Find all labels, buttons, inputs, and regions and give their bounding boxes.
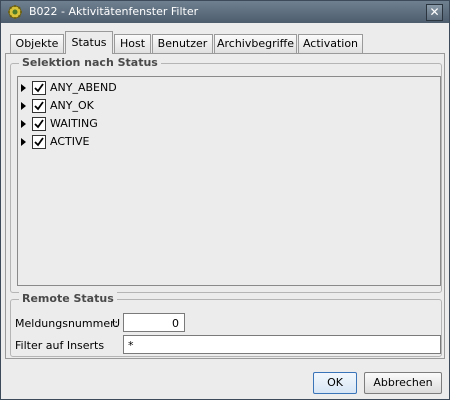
status-checkbox[interactable] [32,99,46,113]
expand-arrow-icon[interactable] [21,120,26,128]
close-icon: ✕ [429,5,440,19]
tree-row[interactable]: ANY_OK [18,98,438,114]
tab-objekte[interactable]: Objekte [10,34,64,53]
tab-panel-status: Selektion nach Status ANY_ABEND ANY_OK W… [5,53,445,359]
tab-host[interactable]: Host [114,34,151,53]
tab-label: Activation [302,37,359,50]
tab-label: Host [119,37,146,50]
app-gear-icon [8,5,22,19]
tab-activation[interactable]: Activation [298,34,363,53]
status-label: ANY_OK [50,99,94,112]
title-bar[interactable]: B022 - Aktivitätenfenster Filter ✕ [1,1,449,23]
checkmark-icon [34,83,44,93]
selection-group: Selektion nach Status ANY_ABEND ANY_OK W… [10,56,442,293]
status-label: ANY_ABEND [50,81,117,94]
status-tree[interactable]: ANY_ABEND ANY_OK WAITING ACTIVE [17,76,441,286]
tree-row[interactable]: WAITING [18,116,438,132]
cancel-button[interactable]: Abbrechen [364,372,442,394]
expand-arrow-icon[interactable] [21,138,26,146]
checkmark-icon [34,101,44,111]
tab-archivbegriffe[interactable]: Archivbegriffe [214,34,297,53]
message-number-label: Meldungsnummer: [15,317,119,330]
status-checkbox[interactable] [32,135,46,149]
dialog-window: B022 - Aktivitätenfenster Filter ✕ Objek… [0,0,450,400]
checkmark-icon [34,119,44,129]
window-title: B022 - Aktivitätenfenster Filter [29,5,199,18]
close-button[interactable]: ✕ [426,4,443,21]
tab-benutzer[interactable]: Benutzer [152,34,213,53]
remote-status-legend: Remote Status [19,292,117,305]
filter-inserts-field[interactable]: * [123,335,441,354]
tree-row[interactable]: ACTIVE [18,134,438,150]
status-label: ACTIVE [50,135,90,148]
status-checkbox[interactable] [32,81,46,95]
tab-label: Objekte [15,37,59,50]
tab-label: Benutzer [157,37,208,50]
tab-status[interactable]: Status [65,31,113,54]
tab-label: Status [71,36,107,49]
message-number-field[interactable]: 0 [123,313,185,332]
tree-row[interactable]: ANY_ABEND [18,80,438,96]
tab-label: Archivbegriffe [216,37,295,50]
remote-status-group: Remote Status Meldungsnummer: U 0 Filter… [10,292,442,357]
status-checkbox[interactable] [32,117,46,131]
filter-inserts-label: Filter auf Inserts [15,339,105,352]
checkmark-icon [34,137,44,147]
selection-legend: Selektion nach Status [19,56,161,69]
expand-arrow-icon[interactable] [21,102,26,110]
status-label: WAITING [50,117,98,130]
expand-arrow-icon[interactable] [21,84,26,92]
ok-button[interactable]: OK [313,372,357,394]
message-number-operator[interactable]: U [112,317,120,330]
